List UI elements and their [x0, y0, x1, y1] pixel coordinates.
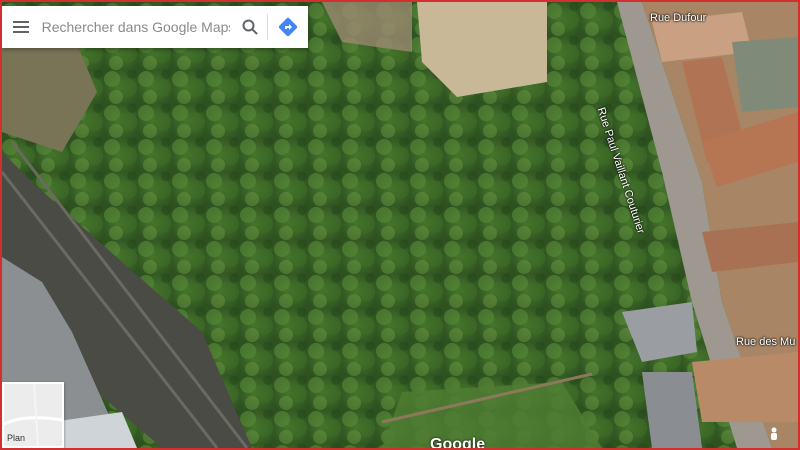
minimap-label: Plan	[7, 433, 26, 443]
menu-icon[interactable]	[2, 6, 40, 48]
satellite-map[interactable]	[2, 2, 798, 448]
search-input[interactable]	[39, 18, 232, 36]
map-viewport[interactable]: Rue Dufour Rue Paul Vaillant Couturier R…	[0, 0, 800, 450]
search-box	[2, 6, 308, 48]
street-label-des-mu: Rue des Mu	[736, 336, 796, 348]
map-type-toggle[interactable]: Plan	[2, 382, 64, 448]
google-logo: Google	[430, 436, 486, 450]
directions-icon[interactable]	[268, 6, 308, 48]
street-label-dufour: Rue Dufour	[650, 12, 707, 24]
street-view-icon[interactable]	[764, 426, 784, 444]
search-icon[interactable]	[232, 6, 268, 48]
building	[692, 352, 798, 422]
building	[642, 372, 702, 448]
courtyard	[732, 37, 798, 112]
